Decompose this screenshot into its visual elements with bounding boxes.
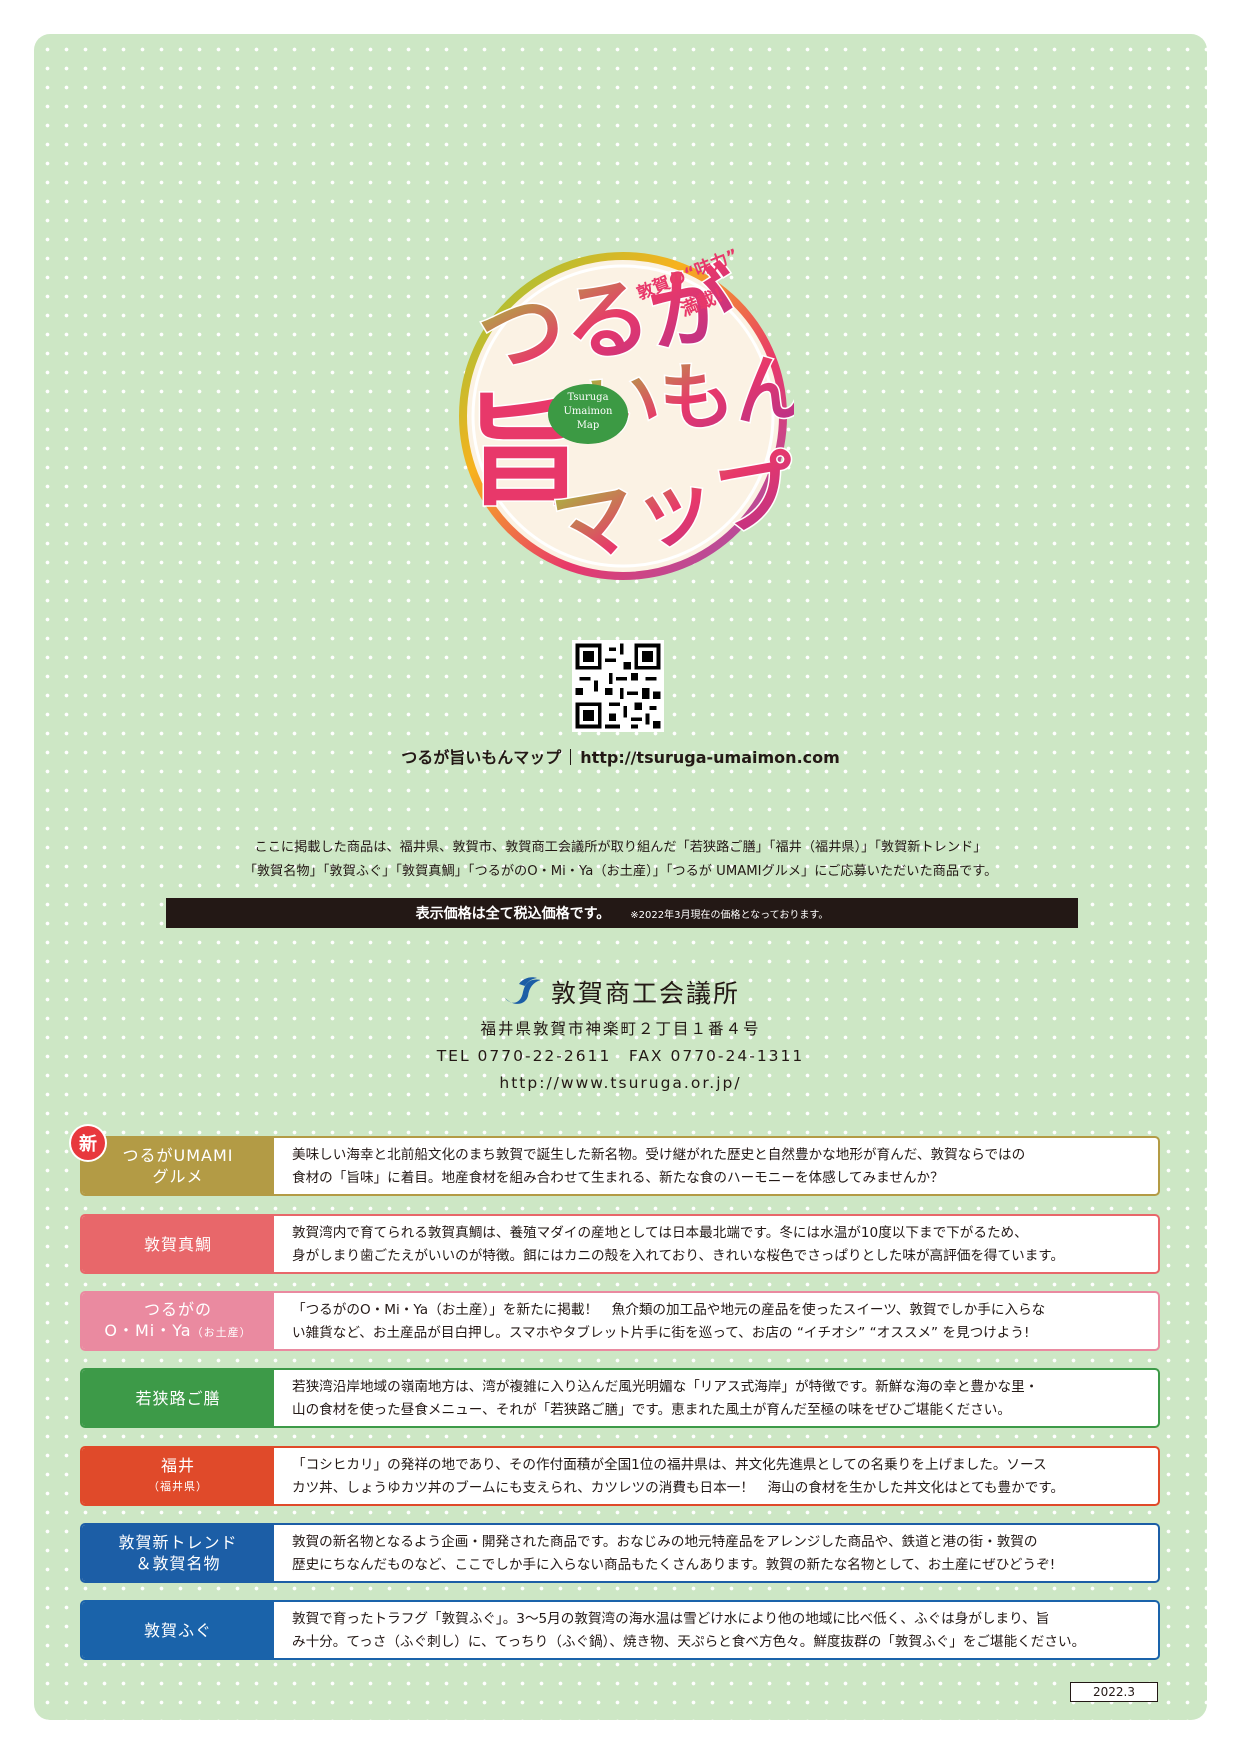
category-description: 若狭湾沿岸地域の嶺南地方は、湾が複雑に入り込んだ風光明媚な「リアス式海岸」が特徴…: [274, 1370, 1158, 1426]
tax-notice-main: 表示価格は全て税込価格です。: [415, 906, 611, 922]
new-badge: 新: [71, 1126, 105, 1160]
intro-line1: ここに掲載した商品は、福井県、敦賀市、敦賀商工会議所が取り組んだ「若狭路ご膳」「…: [254, 840, 987, 855]
category-label: 敦賀真鯛: [82, 1216, 274, 1272]
category-desc-line1: 「コシヒカリ」の発祥の地であり、その作付面積が全国1位の福井県は、丼文化先進県と…: [292, 1457, 1047, 1473]
category-label: 敦賀ふぐ: [82, 1602, 274, 1658]
logo-graphic: つるが 旨 いもん マップ 敦賀の“味力” 満載！ Tsuruga Umaimo…: [459, 245, 794, 580]
category-desc-line2: 歴史にちなんだものなど、ここでしか手に入らない商品もたくさんあります。敦賀の新た…: [292, 1556, 1056, 1573]
category-label-line1: 敦賀ふぐ: [143, 1620, 212, 1640]
category-description: 敦賀の新名物となるよう企画・開発された商品です。おなじみの地元特産品をアレンジし…: [274, 1525, 1158, 1581]
category-label: 敦賀新トレンド ＆敦賀名物: [82, 1525, 274, 1581]
category-desc-line1: 敦賀で育ったトラフグ「敦賀ふぐ」。3～5月の敦賀湾の海水温は雪どけ水により他の地…: [292, 1611, 1050, 1627]
chamber-tel-fax: TEL 0770-22-2611 FAX 0770-24-1311: [436, 1047, 805, 1065]
intro-line2: 「敦賀名物」「敦賀ふぐ」「敦賀真鯛」「つるがのO・Mi・Ya（お土産）」「つるが…: [243, 864, 998, 879]
tax-notice-note: ※2022年3月現在の価格となっております。: [630, 909, 829, 921]
category-label-line2: ＆敦賀名物: [135, 1554, 221, 1573]
category-desc-line2: 身がしまり歯ごたえがいいのが特徴。餌にはカニの殻を入れており、きれいな桜色でさっ…: [292, 1247, 1065, 1264]
category-label-line1: 福井: [160, 1456, 195, 1475]
category-label-line1: 敦賀新トレンド: [118, 1533, 238, 1552]
category-desc-line1: 敦賀湾内で育てられる敦賀真鯛は、養殖マダイの産地としては日本最北端です。冬には水…: [292, 1225, 1028, 1241]
category-omiya: つるがの O・Mi・Ya（お土産） 「つるがのO・Mi・Ya（お土産）」を新たに…: [80, 1291, 1160, 1351]
website-url[interactable]: http://tsuruga-umaimon.com: [580, 748, 840, 767]
chamber-logo-icon: [504, 977, 541, 1004]
category-desc-line1: 美味しい海幸と北前船文化のまち敦賀で誕生した新名物。受け継がれた歴史と自然豊かな…: [292, 1147, 1026, 1163]
qr-code-icon: [572, 640, 664, 732]
website-line: つるが旨いもんマップ http://tsuruga-umaimon.com: [0, 744, 1241, 768]
category-new-trend-meibutsu: 敦賀新トレンド ＆敦賀名物 敦賀の新名物となるよう企画・開発された商品です。おな…: [80, 1523, 1160, 1583]
category-fukui: 福井 （福井県） 「コシヒカリ」の発祥の地であり、その作付面積が全国1位の福井県…: [80, 1446, 1160, 1506]
category-desc-line2: い雑貨など、お土産品が目白押し。スマホやタブレット片手に街を巡って、お店の “イ…: [292, 1324, 1030, 1341]
umaimon-map-logo: つるが 旨 いもん マップ 敦賀の“味力” 満載！ Tsuruga Umaimo…: [448, 222, 794, 590]
category-description: 敦賀で育ったトラフグ「敦賀ふぐ」。3～5月の敦賀湾の海水温は雪どけ水により他の地…: [274, 1602, 1158, 1658]
category-desc-line2: カツ丼、しょうゆカツ丼のブームにも支えられ、カツレツの消費も日本一！ 海山の食材…: [292, 1479, 1065, 1496]
category-tsuruga-madai: 敦賀真鯛 敦賀湾内で育てられる敦賀真鯛は、養殖マダイの産地としては日本最北端です…: [80, 1214, 1160, 1274]
category-label-small: （お土産）: [191, 1326, 252, 1339]
category-label-line2: O・Mi・Ya: [104, 1321, 192, 1340]
chamber-contact: 福井県敦賀市神楽町２丁目１番４号 TEL 0770-22-2611 FAX 07…: [0, 1016, 1241, 1097]
logo-badge-line2: Umaimon: [563, 406, 613, 417]
category-desc-line1: 敦賀の新名物となるよう企画・開発された商品です。おなじみの地元特産品をアレンジし…: [292, 1534, 1038, 1550]
category-label: 福井 （福井県）: [82, 1448, 274, 1504]
category-description: 美味しい海幸と北前船文化のまち敦賀で誕生した新名物。受け継がれた歴史と自然豊かな…: [274, 1138, 1158, 1194]
category-wakasaji-gozen: 若狭路ご膳 若狭湾沿岸地域の嶺南地方は、湾が複雑に入り込んだ風光明媚な「リアス式…: [80, 1368, 1160, 1428]
issue-date: 2022.3: [1070, 1682, 1158, 1702]
category-label-line1: つるがの: [143, 1300, 212, 1319]
category-desc-line1: 「つるがのO・Mi・Ya（お土産）」を新たに掲載！ 魚介類の加工品や地元の産品を…: [292, 1302, 1046, 1318]
category-label: つるがの O・Mi・Ya（お土産）: [82, 1293, 274, 1349]
category-label-line1: 若狭路ご膳: [135, 1388, 221, 1408]
tax-notice-bar: 表示価格は全て税込価格です。 ※2022年3月現在の価格となっております。: [166, 898, 1078, 928]
category-desc-line2: み十分。てっさ（ふぐ刺し）に、てっちり（ふぐ鍋）、焼き物、天ぷらと食べ方色々。鮮…: [292, 1633, 1086, 1650]
category-label-small: （福井県）: [148, 1480, 208, 1493]
category-label-line1: 敦賀真鯛: [143, 1234, 212, 1254]
category-description: 「コシヒカリ」の発祥の地であり、その作付面積が全国1位の福井県は、丼文化先進県と…: [274, 1448, 1158, 1504]
divider: [570, 749, 572, 765]
website-name: つるが旨いもんマップ: [401, 748, 562, 767]
category-umami-gourmet: つるがUMAMI グルメ 美味しい海幸と北前船文化のまち敦賀で誕生した新名物。受…: [80, 1136, 1160, 1196]
chamber-address: 福井県敦賀市神楽町２丁目１番４号: [480, 1020, 761, 1038]
intro-text: ここに掲載した商品は、福井県、敦賀市、敦賀商工会議所が取り組んだ「若狭路ご膳」「…: [0, 836, 1241, 884]
chamber-name: 敦賀商工会議所: [550, 979, 740, 1008]
chamber-url[interactable]: http://www.tsuruga.or.jp/: [0, 1070, 1241, 1097]
category-description: 敦賀湾内で育てられる敦賀真鯛は、養殖マダイの産地としては日本最北端です。冬には水…: [274, 1216, 1158, 1272]
chamber-title: 敦賀商工会議所: [0, 974, 1241, 1010]
category-label: 若狭路ご膳: [82, 1370, 274, 1426]
category-label-line1: つるがUMAMI: [122, 1146, 234, 1165]
category-tsuruga-fugu: 敦賀ふぐ 敦賀で育ったトラフグ「敦賀ふぐ」。3～5月の敦賀湾の海水温は雪どけ水に…: [80, 1600, 1160, 1660]
logo-badge-line1: Tsuruga: [567, 392, 608, 403]
category-label: つるがUMAMI グルメ: [82, 1138, 274, 1194]
logo-badge-line3: Map: [577, 420, 600, 431]
qr-code[interactable]: [572, 640, 664, 732]
category-desc-line2: 食材の「旨味」に着目。地産食材を組み合わせて生まれる、新たな食のハーモニーを体感…: [292, 1169, 944, 1186]
category-description: 「つるがのO・Mi・Ya（お土産）」を新たに掲載！ 魚介類の加工品や地元の産品を…: [274, 1293, 1158, 1349]
category-desc-line2: 山の食材を使った昼食メニュー、それが「若狭路ご膳」です。恵まれた風土が育んだ至極…: [292, 1401, 1011, 1418]
category-desc-line1: 若狭湾沿岸地域の嶺南地方は、湾が複雑に入り込んだ風光明媚な「リアス式海岸」が特徴…: [292, 1379, 1039, 1395]
category-label-line2: グルメ: [152, 1167, 204, 1186]
